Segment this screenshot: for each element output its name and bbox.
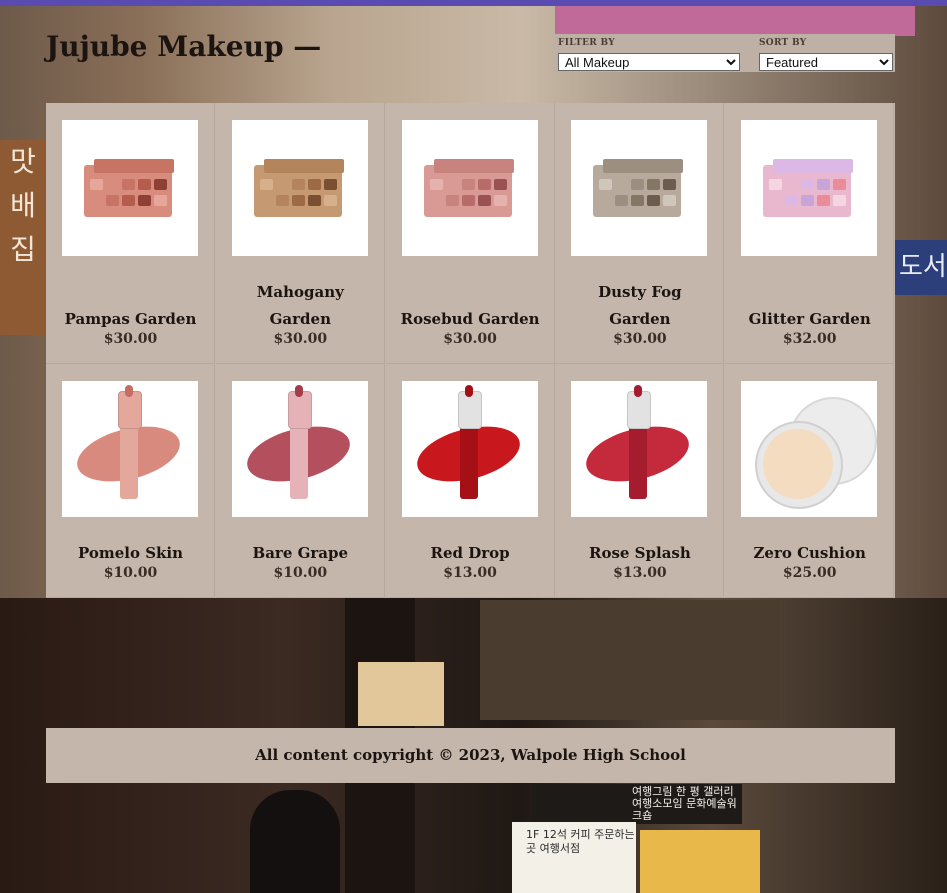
product-card[interactable]: Rose Splash $13.00 <box>555 364 725 598</box>
product-grid: Pampas Garden $30.00 Mahogany Garden $30.00… <box>46 103 895 598</box>
product-name[interactable]: Mahogany Garden <box>216 279 385 333</box>
product-price: $13.00 <box>613 565 667 581</box>
product-price: $30.00 <box>273 331 328 347</box>
site-title: Jujube Makeup — <box>46 30 322 63</box>
eyeshadow-palette-image <box>763 159 854 217</box>
product-name[interactable]: Glitter Garden <box>725 306 894 333</box>
product-name[interactable]: Dusty Fog Garden <box>555 279 724 333</box>
product-price: $32.00 <box>782 331 837 347</box>
product-card[interactable]: Glitter Garden $32.00 <box>725 103 895 364</box>
filter-control: FILTER BY All Makeup <box>558 38 740 71</box>
product-card[interactable]: Red Drop $13.00 <box>385 364 555 598</box>
filter-select[interactable]: All Makeup <box>558 53 740 71</box>
product-image[interactable] <box>571 381 708 517</box>
product-name[interactable]: Zero Cushion <box>725 540 894 567</box>
product-card[interactable]: Dusty Fog Garden $30.00 <box>555 103 725 364</box>
eyeshadow-palette-image <box>84 159 174 217</box>
sort-select[interactable]: Featured <box>759 53 893 71</box>
product-price: $10.00 <box>103 565 158 581</box>
product-name[interactable]: Pomelo Skin <box>46 540 215 567</box>
footer-copyright: All content copyright © 2023, Walpole Hi… <box>255 746 686 764</box>
controls-bar: FILTER BY All Makeup SORT BY Featured <box>554 34 895 72</box>
product-image[interactable] <box>571 120 708 256</box>
product-card[interactable]: Pomelo Skin $10.00 <box>46 364 215 598</box>
eyeshadow-palette-image <box>423 159 514 217</box>
product-price: $30.00 <box>613 331 667 347</box>
product-name[interactable]: Red Drop <box>386 540 555 567</box>
footer: All content copyright © 2023, Walpole Hi… <box>46 728 895 783</box>
product-card[interactable]: Mahogany Garden $30.00 <box>215 103 385 364</box>
eyeshadow-palette-image <box>253 159 344 217</box>
product-price: $30.00 <box>443 331 497 347</box>
product-price: $13.00 <box>443 565 497 581</box>
product-card[interactable]: Pampas Garden $30.00 <box>46 103 215 364</box>
sort-control: SORT BY Featured <box>759 38 893 71</box>
product-name[interactable]: Rosebud Garden <box>386 306 555 333</box>
product-price: $10.00 <box>273 565 328 581</box>
product-price: $30.00 <box>103 331 158 347</box>
product-image[interactable] <box>741 381 878 517</box>
sort-label: SORT BY <box>759 38 807 48</box>
product-price: $25.00 <box>782 565 837 581</box>
product-image[interactable] <box>401 120 538 256</box>
filter-label: FILTER BY <box>558 38 615 48</box>
product-image[interactable] <box>62 120 198 256</box>
product-name[interactable]: Bare Grape <box>216 540 385 567</box>
product-image[interactable] <box>62 381 198 517</box>
eyeshadow-palette-image <box>593 159 684 217</box>
product-card[interactable]: Bare Grape $10.00 <box>215 364 385 598</box>
product-image[interactable] <box>231 120 368 256</box>
product-card[interactable]: Zero Cushion $25.00 <box>725 364 895 598</box>
product-card[interactable]: Rosebud Garden $30.00 <box>385 103 555 364</box>
product-image[interactable] <box>741 120 878 256</box>
product-name[interactable]: Rose Splash <box>555 540 724 567</box>
product-image[interactable] <box>231 381 368 517</box>
product-name[interactable]: Pampas Garden <box>46 306 215 333</box>
product-image[interactable] <box>401 381 538 517</box>
